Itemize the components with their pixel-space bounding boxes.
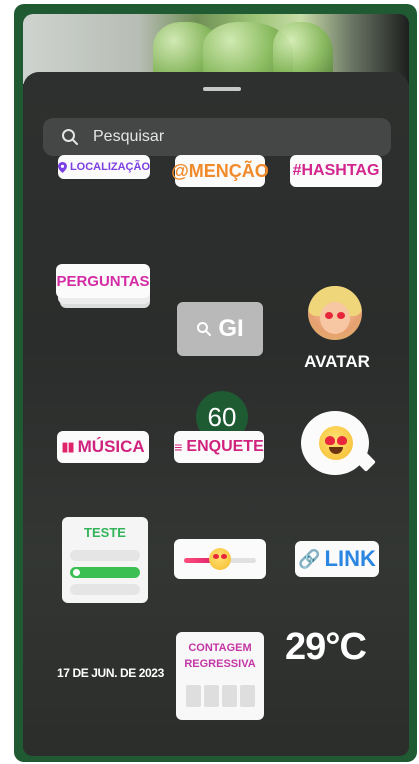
avatar-label: AVATAR bbox=[304, 352, 370, 371]
search-bar[interactable]: Pesquisar bbox=[43, 118, 391, 156]
hashtag-sticker[interactable]: #HASHTAG bbox=[290, 155, 382, 187]
location-label: LOCALIZAÇÃO bbox=[69, 161, 150, 173]
heart-eye-icon bbox=[221, 554, 227, 559]
music-sticker[interactable]: ▮▮ MÚSICA bbox=[57, 431, 149, 463]
quiz-option-selected bbox=[70, 567, 140, 578]
heart-eyes-emoji-icon bbox=[319, 426, 353, 460]
gif-label: GI bbox=[218, 315, 244, 342]
phone-screen: Pesquisar LOCALIZAÇÃO @MENÇÃO #HASHTAG P… bbox=[23, 14, 409, 756]
mention-sticker[interactable]: @MENÇÃO bbox=[171, 155, 269, 187]
temperature-sticker[interactable]: 29°C bbox=[285, 626, 385, 669]
music-label: MÚSICA bbox=[77, 437, 145, 456]
drag-handle[interactable] bbox=[203, 87, 241, 91]
quiz-option bbox=[70, 584, 140, 595]
heart-eyes-emoji-icon bbox=[209, 548, 231, 570]
countdown-digit-box bbox=[186, 685, 201, 707]
quiz-sticker[interactable]: TESTE bbox=[62, 517, 148, 603]
heart-eye-icon bbox=[325, 436, 335, 445]
avatar-face bbox=[320, 302, 350, 334]
location-pin-icon bbox=[58, 161, 67, 173]
link-sticker[interactable]: 🔗 LINK bbox=[295, 541, 379, 577]
quiz-title: TESTE bbox=[84, 525, 126, 540]
countdown-label-line1: CONTAGEM bbox=[188, 642, 252, 654]
questions-card: PERGUNTAS bbox=[56, 264, 150, 298]
search-icon bbox=[62, 129, 78, 145]
hashtag-label: #HASHTAG bbox=[292, 162, 380, 179]
poll-label: ENQUETE bbox=[186, 438, 264, 455]
countdown-sticker[interactable]: CONTAGEM REGRESSIVA bbox=[176, 632, 264, 720]
emoji-slider-sticker[interactable] bbox=[174, 539, 266, 579]
avatar-sticker[interactable] bbox=[308, 286, 362, 340]
heart-eye-icon bbox=[337, 436, 347, 445]
countdown-label: CONTAGEM REGRESSIVA bbox=[176, 640, 264, 672]
search-placeholder: Pesquisar bbox=[93, 128, 165, 145]
quiz-option bbox=[70, 550, 140, 561]
questions-sticker[interactable]: PERGUNTAS bbox=[56, 264, 152, 308]
countdown-digit-box bbox=[222, 685, 237, 707]
poll-sticker[interactable]: ≡ ENQUETE bbox=[174, 431, 264, 463]
countdown-digit-box bbox=[240, 685, 255, 707]
link-chain-icon: 🔗 bbox=[298, 548, 321, 569]
emoji-mouth bbox=[329, 447, 343, 454]
emoji-reaction-sticker[interactable] bbox=[301, 411, 369, 475]
location-sticker[interactable]: LOCALIZAÇÃO bbox=[58, 155, 150, 179]
search-icon bbox=[197, 322, 212, 336]
poll-lines-icon: ≡ bbox=[174, 439, 183, 455]
date-sticker[interactable]: 17 DE JUN. DE 2023 bbox=[57, 666, 164, 680]
heart-eye-icon bbox=[337, 312, 345, 319]
heart-eye-icon bbox=[213, 554, 219, 559]
mention-label: @MENÇÃO bbox=[171, 160, 269, 181]
heart-eye-icon bbox=[325, 312, 333, 319]
countdown-digit-box bbox=[204, 685, 219, 707]
link-label: LINK bbox=[324, 546, 376, 571]
music-bars-icon: ▮▮ bbox=[61, 439, 74, 454]
gif-sticker[interactable]: GI bbox=[177, 302, 263, 356]
countdown-label-line2: REGRESSIVA bbox=[184, 658, 256, 670]
questions-label: PERGUNTAS bbox=[56, 272, 150, 290]
